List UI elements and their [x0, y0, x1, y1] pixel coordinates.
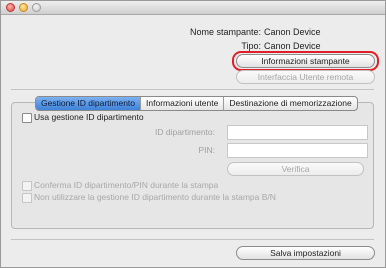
printer-settings-window: Nome stampante: Canon Device Tipo: Canon…	[0, 0, 386, 268]
printer-type-label: Tipo:	[241, 41, 261, 51]
divider	[11, 89, 374, 90]
tab-user-info[interactable]: Informazioni utente	[140, 97, 223, 110]
save-settings-button[interactable]: Salva impostazioni	[236, 246, 375, 260]
printer-name-label: Nome stampante:	[189, 27, 261, 37]
bw-printing-label: Non utilizzare la gestione ID dipartimen…	[34, 192, 276, 202]
remote-ui-button[interactable]: Interfaccia Utente remota	[236, 70, 375, 84]
settings-tabs: Gestione ID dipartimento Informazioni ut…	[35, 96, 358, 111]
printer-name-value: Canon Device	[264, 27, 321, 37]
confirm-id-pin-checkbox[interactable]	[22, 181, 32, 191]
tab-department-id[interactable]: Gestione ID dipartimento	[36, 97, 141, 110]
pin-input[interactable]	[227, 143, 368, 158]
verify-button[interactable]: Verifica	[227, 162, 364, 176]
printer-info-button[interactable]: Informazioni stampante	[236, 54, 375, 68]
department-id-input[interactable]	[227, 125, 368, 140]
divider	[11, 239, 374, 240]
confirm-id-pin-label: Conferma ID dipartimento/PIN durante la …	[34, 180, 219, 190]
printer-type-value: Canon Device	[264, 41, 321, 51]
bw-printing-checkbox[interactable]	[22, 193, 32, 203]
zoom-window-icon[interactable]	[32, 3, 41, 12]
use-department-id-checkbox[interactable]	[22, 113, 32, 123]
pin-label: PIN:	[198, 145, 215, 155]
close-window-icon[interactable]	[6, 3, 15, 12]
use-department-id-label: Usa gestione ID dipartimento	[34, 112, 144, 122]
title-bar	[1, 1, 385, 15]
minimize-window-icon[interactable]	[19, 3, 28, 12]
tab-storage-destination[interactable]: Destinazione di memorizzazione	[223, 97, 356, 110]
department-id-label: ID dipartimento:	[155, 127, 215, 137]
